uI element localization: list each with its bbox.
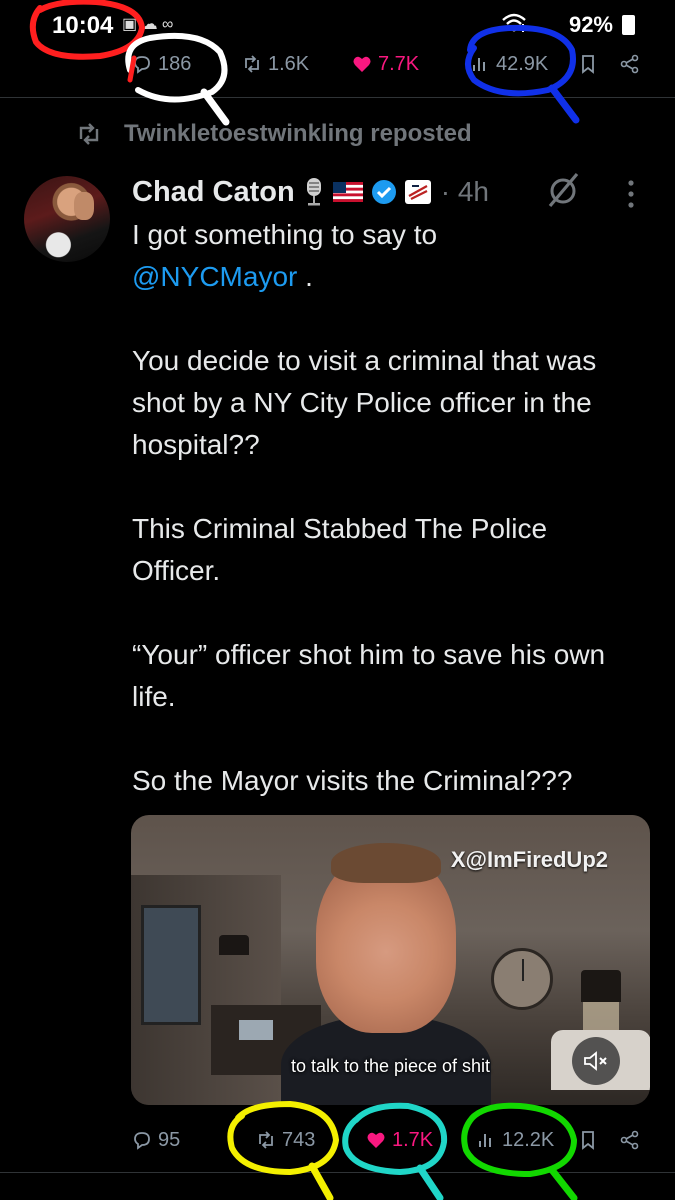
repost-header[interactable]: Twinkletoestwinkling reposted bbox=[76, 117, 472, 151]
like-button[interactable]: 1.7K bbox=[366, 1118, 433, 1162]
grok-icon[interactable] bbox=[546, 172, 580, 208]
microphone-icon bbox=[306, 178, 321, 206]
notification-icons: ▣ ☁ ∞ bbox=[122, 16, 174, 33]
reply-icon bbox=[134, 56, 150, 74]
like-count: 1.7K bbox=[392, 1128, 434, 1151]
repost-icon bbox=[259, 1131, 273, 1149]
us-flag-icon bbox=[332, 182, 363, 202]
video-window bbox=[141, 905, 201, 1025]
post-paragraph-2: You decide to visit a criminal that was … bbox=[132, 345, 597, 460]
status-time: 10:04 bbox=[52, 12, 114, 39]
like-count: 7.7K bbox=[378, 52, 420, 75]
author-name[interactable]: Chad Caton bbox=[132, 176, 295, 209]
mention-suffix: . bbox=[297, 261, 313, 292]
mention-link[interactable]: @NYCMayor bbox=[132, 261, 297, 292]
repost-icon bbox=[245, 55, 259, 73]
mute-icon bbox=[584, 1051, 607, 1071]
reply-icon bbox=[134, 1132, 150, 1150]
post-time[interactable]: · 4h bbox=[441, 176, 489, 208]
share-icon bbox=[620, 54, 639, 74]
post-mention-line: @NYCMayor . bbox=[132, 256, 642, 298]
post-paragraph-4: “Your” officer shot him to save his own … bbox=[132, 639, 606, 712]
more-icon[interactable] bbox=[624, 178, 638, 210]
green-marker-handle bbox=[548, 1166, 578, 1200]
top-action-bar: 186 1.6K 7.7K 42.9K bbox=[0, 42, 675, 86]
view-count: 12.2K bbox=[502, 1128, 555, 1151]
bookmark-icon bbox=[582, 55, 594, 74]
share-button[interactable] bbox=[620, 1118, 640, 1162]
reply-button[interactable]: 186 bbox=[132, 42, 191, 86]
video-lamp bbox=[219, 935, 249, 955]
avatar[interactable] bbox=[24, 176, 110, 262]
battery-icon bbox=[622, 15, 635, 35]
video-watermark: X@ImFiredUp2 bbox=[450, 847, 608, 872]
repost-count: 743 bbox=[282, 1128, 316, 1151]
repost-button[interactable]: 743 bbox=[256, 1118, 315, 1162]
wifi-icon bbox=[502, 13, 526, 32]
avatar-hand bbox=[74, 192, 94, 220]
bookmark-button[interactable] bbox=[578, 42, 598, 86]
status-bar: 10:04 ▣ ☁ ∞ 92% bbox=[0, 0, 675, 48]
mute-button[interactable] bbox=[572, 1037, 620, 1085]
video-person-hair bbox=[331, 843, 441, 883]
like-button[interactable]: 7.7K bbox=[352, 42, 419, 86]
author-line: Chad Caton · 4h bbox=[132, 170, 489, 214]
repost-button[interactable]: 1.6K bbox=[242, 42, 309, 86]
reply-button[interactable]: 95 bbox=[132, 1118, 180, 1162]
post-body: I got something to say to @NYCMayor . Yo… bbox=[132, 214, 642, 802]
view-count: 42.9K bbox=[496, 52, 549, 75]
affiliate-badge-icon bbox=[404, 180, 431, 204]
blue-marker-handle bbox=[548, 84, 580, 124]
bottom-action-bar: 95 743 1.7K 12.2K bbox=[0, 1118, 675, 1162]
views-icon bbox=[479, 1134, 491, 1147]
share-button[interactable] bbox=[620, 42, 640, 86]
verified-icon bbox=[371, 180, 396, 204]
video-player[interactable]: X@ImFiredUp2 to talk to the piece of shi… bbox=[131, 815, 650, 1105]
divider bbox=[0, 97, 675, 98]
video-monitor bbox=[239, 1020, 273, 1040]
heart-icon bbox=[367, 1132, 385, 1148]
repost-header-text: Twinkletoestwinkling reposted bbox=[124, 120, 472, 147]
post-paragraph-5: So the Mayor visits the Criminal??? bbox=[132, 765, 573, 796]
reply-count: 95 bbox=[158, 1128, 181, 1151]
bookmark-icon bbox=[582, 1131, 594, 1150]
post-paragraph-3: This Criminal Stabbed The Police Officer… bbox=[132, 513, 548, 586]
divider bbox=[0, 1172, 675, 1173]
share-icon bbox=[620, 1130, 639, 1150]
post-line-1: I got something to say to bbox=[132, 219, 438, 250]
views-button[interactable]: 42.9K bbox=[470, 42, 548, 86]
video-clock bbox=[491, 948, 553, 1010]
yellow-marker-handle bbox=[308, 1162, 334, 1200]
heart-icon bbox=[353, 56, 371, 72]
views-icon bbox=[473, 58, 485, 71]
battery-percent: 92% bbox=[568, 12, 613, 37]
bookmark-button[interactable] bbox=[578, 1118, 598, 1162]
views-button[interactable]: 12.2K bbox=[476, 1118, 554, 1162]
repost-icon bbox=[79, 123, 99, 145]
reply-count: 186 bbox=[158, 52, 192, 75]
video-lamp-right bbox=[581, 970, 621, 1002]
repost-count: 1.6K bbox=[268, 52, 310, 75]
